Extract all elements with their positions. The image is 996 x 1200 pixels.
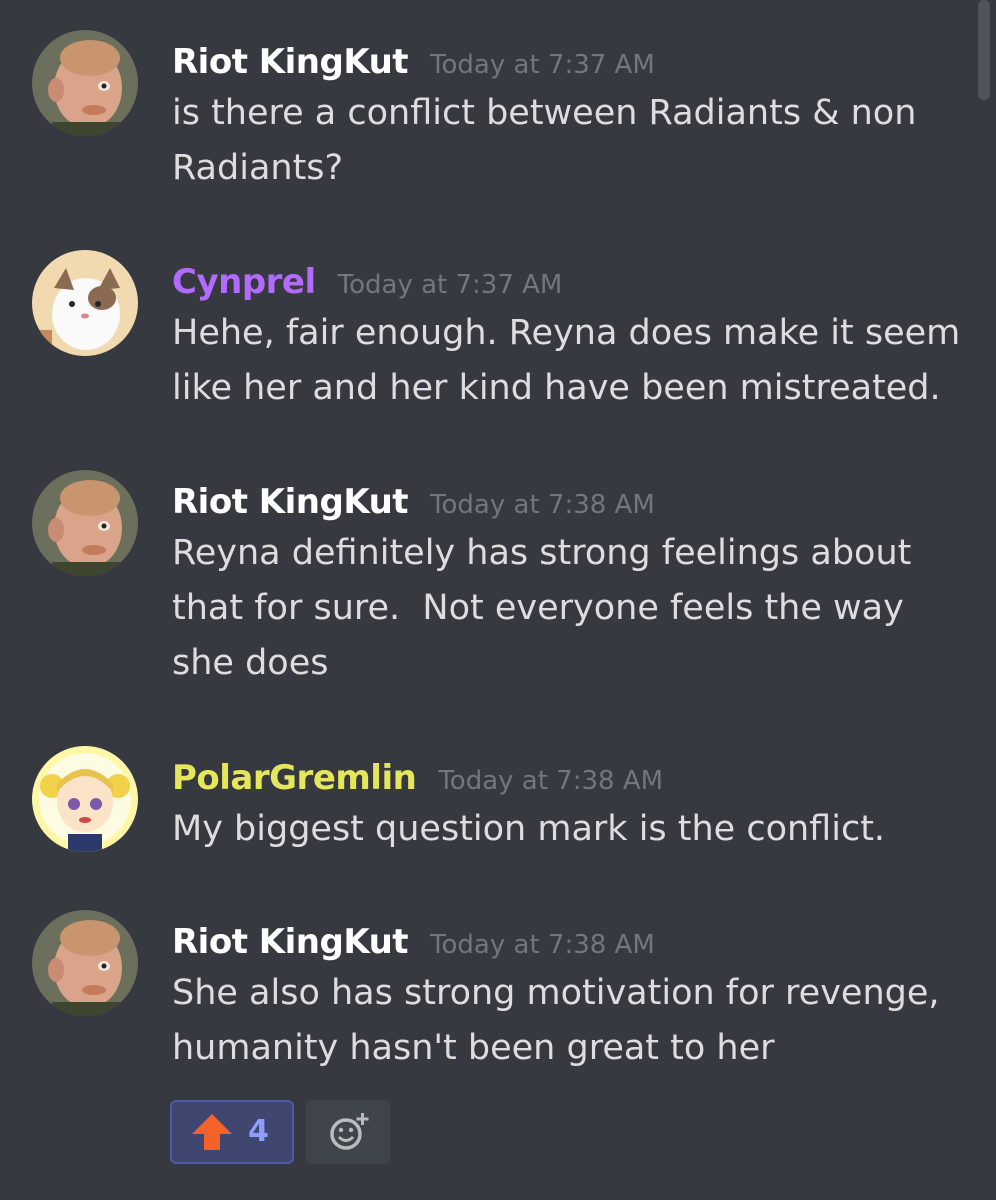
kingkut-avatar-image <box>32 470 138 576</box>
message-header: Riot KingKut Today at 7:37 AM <box>172 38 655 86</box>
user-avatar[interactable] <box>32 910 138 1016</box>
message-header: PolarGremlin Today at 7:38 AM <box>172 754 663 802</box>
chat-message-list: Riot KingKut Today at 7:37 AM is there a … <box>0 0 996 1200</box>
timestamp: Today at 7:37 AM <box>430 50 655 80</box>
message-text: Reyna definitely has strong feelings abo… <box>172 533 912 683</box>
message-header: Riot KingKut Today at 7:38 AM <box>172 478 655 526</box>
arrow-up-emoji-icon <box>190 1112 234 1156</box>
message-text: is there a conflict between Radiants & n… <box>172 93 917 188</box>
add-reaction-button[interactable] <box>306 1100 390 1164</box>
add-reaction-icon <box>328 1112 372 1156</box>
timestamp: Today at 7:38 AM <box>430 490 655 520</box>
message-header: Cynprel Today at 7:37 AM <box>172 258 562 306</box>
upvote-reaction-button[interactable]: 4 <box>170 1100 294 1164</box>
message-text: Hehe, fair enough. Reyna does make it se… <box>172 313 961 408</box>
message-text: She also has strong motivation for reven… <box>172 973 940 1068</box>
message-text: My biggest question mark is the conflict… <box>172 809 886 849</box>
timestamp: Today at 7:38 AM <box>430 930 655 960</box>
timestamp: Today at 7:37 AM <box>337 270 563 300</box>
username[interactable]: Cynprel <box>172 262 316 302</box>
kingkut-avatar-image <box>32 30 138 136</box>
username[interactable]: Riot KingKut <box>172 482 409 522</box>
user-avatar[interactable] <box>32 746 138 852</box>
message-header: Riot KingKut Today at 7:38 AM <box>172 918 655 966</box>
user-avatar[interactable] <box>32 250 138 356</box>
user-avatar[interactable] <box>32 470 138 576</box>
scrollbar[interactable] <box>978 0 990 100</box>
username[interactable]: Riot KingKut <box>172 42 409 82</box>
reaction-count: 4 <box>248 1114 269 1149</box>
username[interactable]: Riot KingKut <box>172 922 409 962</box>
timestamp: Today at 7:38 AM <box>438 766 664 796</box>
username[interactable]: PolarGremlin <box>172 758 417 798</box>
cynprel-avatar-image <box>32 250 138 356</box>
kingkut-avatar-image <box>32 910 138 1016</box>
polargremlin-avatar-image <box>32 746 138 852</box>
user-avatar[interactable] <box>32 30 138 136</box>
